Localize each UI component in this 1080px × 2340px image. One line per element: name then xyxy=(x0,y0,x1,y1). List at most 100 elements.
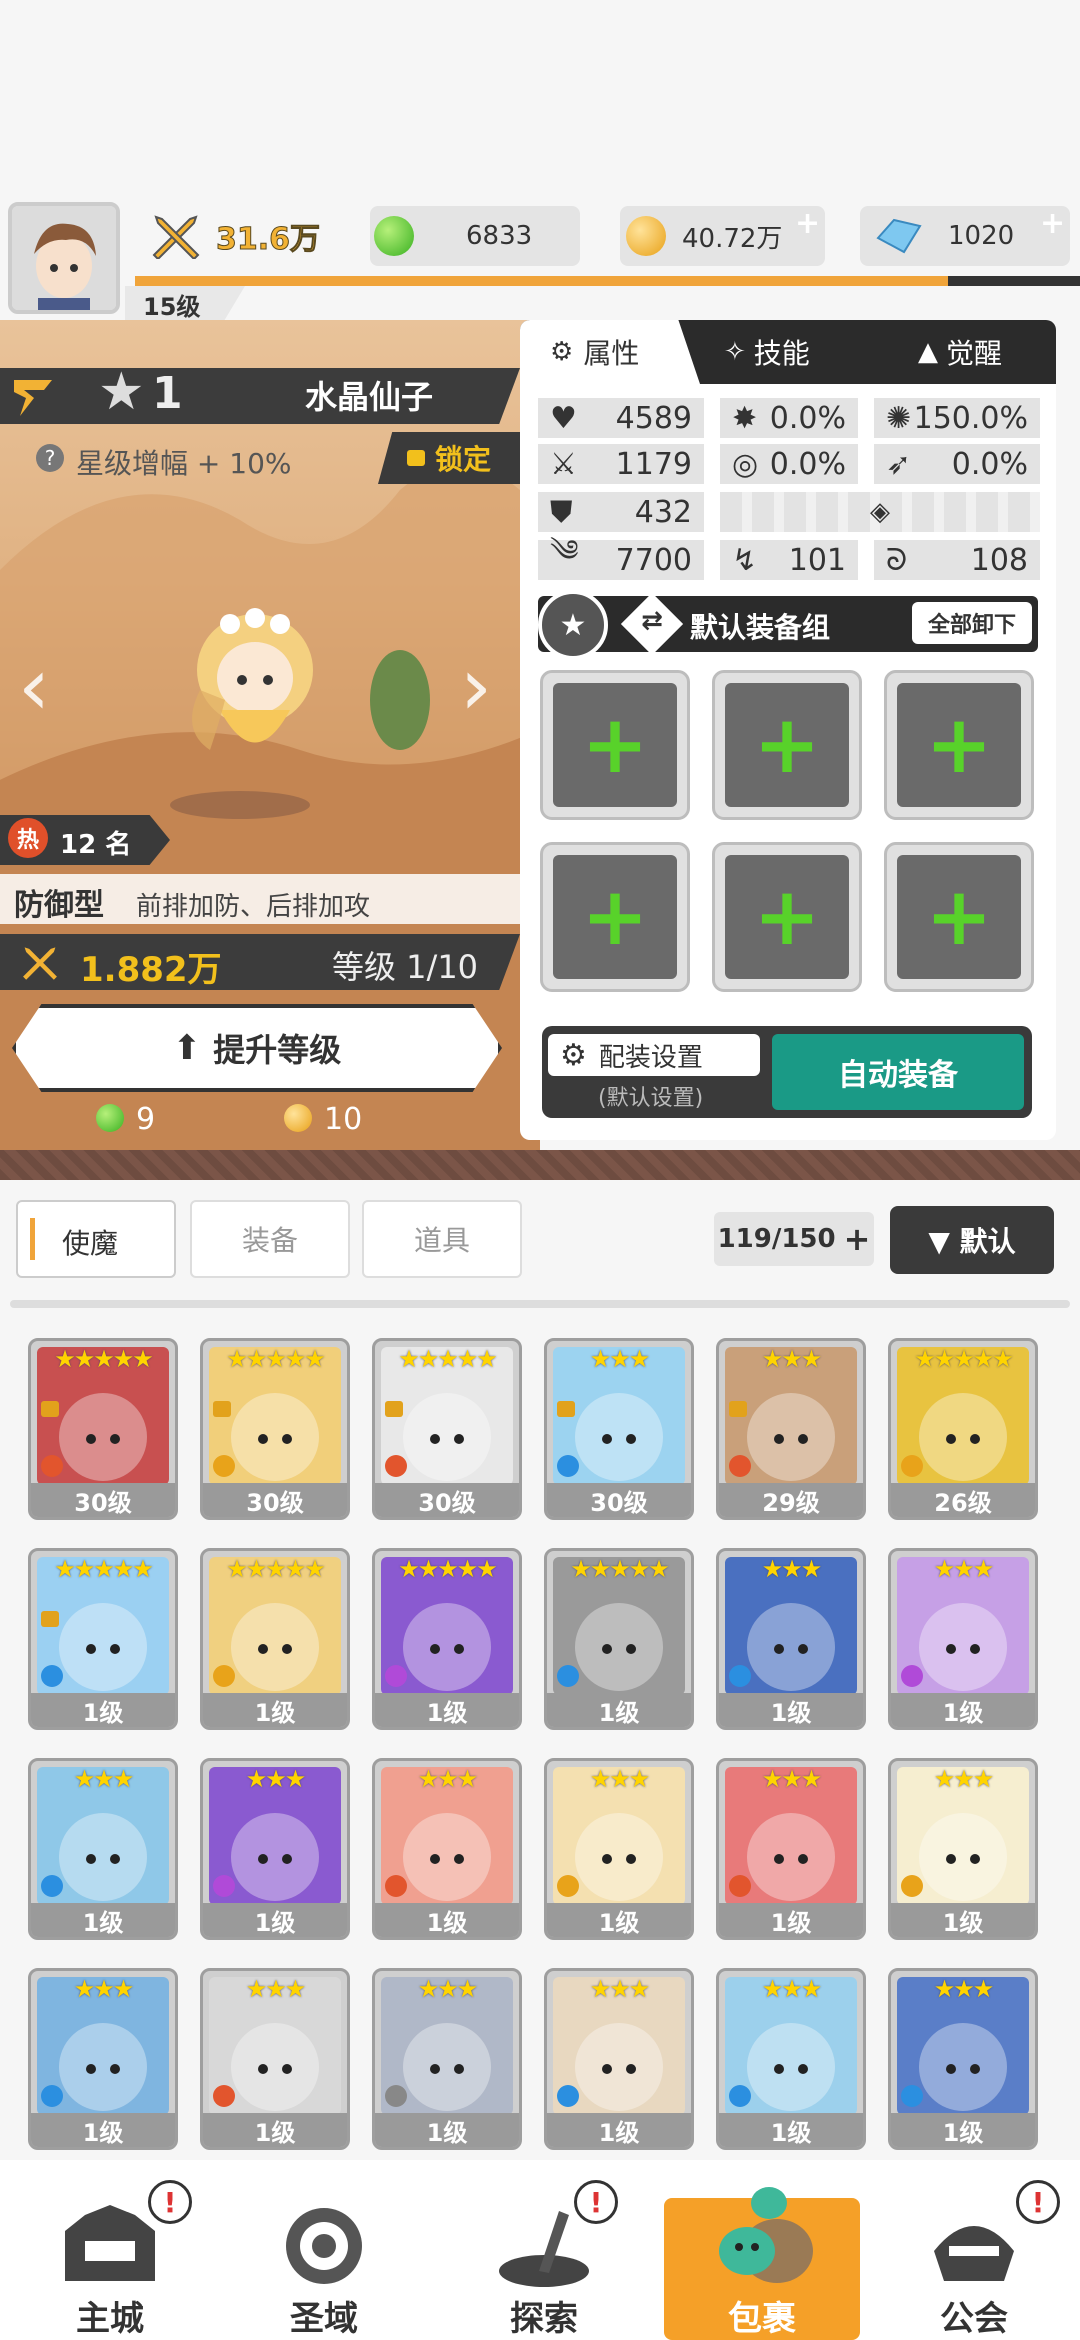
loadout-settings-button[interactable]: ⚙ 配装设置 xyxy=(548,1034,760,1076)
stat-attack: ⚔ 1179 xyxy=(538,444,704,484)
add-plus-icon: + xyxy=(581,698,649,791)
swap-arrows-icon: ⇄ xyxy=(641,606,663,636)
add-crystal-button[interactable]: + xyxy=(1040,206,1070,241)
equip-slot-belt[interactable]: + xyxy=(540,842,690,992)
nav-sanctuary[interactable]: 圣域 xyxy=(244,2170,404,2340)
tab-items[interactable]: 道具 xyxy=(362,1200,522,1278)
add-plus-icon: + xyxy=(753,870,821,963)
crystal-currency[interactable]: 1020 xyxy=(860,206,1070,266)
familiar-card[interactable]: ★★★ 1级 xyxy=(888,1758,1038,1940)
familiar-card[interactable]: ★★★ 1级 xyxy=(716,1968,866,2150)
help-icon[interactable]: ? xyxy=(36,444,64,472)
familiar-card[interactable]: ★★★ 1级 xyxy=(544,1758,694,1940)
green-currency[interactable]: 6833 xyxy=(370,206,580,266)
familiar-card[interactable]: ★★★★★ 1级 xyxy=(28,1548,178,1730)
familiar-card[interactable]: ★★★ 1级 xyxy=(200,1968,350,2150)
next-hero-arrow[interactable]: › xyxy=(460,640,492,733)
hero-power-value: 1.882万 xyxy=(80,950,222,990)
inventory-count[interactable]: 119/150 + xyxy=(714,1212,874,1266)
stat-crit-dmg: ✺ 150.0% xyxy=(874,398,1040,438)
rarity-stars: ★★★ xyxy=(933,1555,995,1583)
stat-hp: ♥ 4589 xyxy=(538,398,704,438)
equip-slot-weapon[interactable]: + xyxy=(540,670,690,820)
add-gold-button[interactable]: + xyxy=(795,206,825,241)
familiar-card[interactable]: ★★★ 1级 xyxy=(200,1758,350,1940)
crit-dmg-icon: ✺ xyxy=(886,400,912,436)
tab-familiars[interactable]: 使魔 xyxy=(16,1200,176,1278)
dodge-icon: ➶ xyxy=(886,446,912,482)
familiar-level: 26级 xyxy=(891,1483,1035,1517)
heart-icon: ♥ xyxy=(550,400,577,436)
stat-resist-value: 108 xyxy=(970,542,1028,578)
rarity-stars: ★★★ xyxy=(245,1765,307,1793)
green-gem-icon xyxy=(374,216,414,256)
stat-defense-value: 432 xyxy=(634,494,692,530)
hero-level: 等级 1/10 xyxy=(332,948,479,986)
lock-button[interactable]: 锁定 xyxy=(378,432,520,484)
familiar-card[interactable]: ★★★ 1级 xyxy=(888,1548,1038,1730)
familiar-level: 1级 xyxy=(203,1693,347,1727)
player-avatar[interactable] xyxy=(8,202,120,314)
familiar-card[interactable]: ★★★ 30级 xyxy=(544,1338,694,1520)
element-icon xyxy=(901,1875,923,1897)
sword-icon: ⚔ xyxy=(550,446,577,482)
element-icon xyxy=(729,1665,751,1687)
equip-slot-boots[interactable]: + xyxy=(884,842,1034,992)
tab-familiars-label: 使魔 xyxy=(62,1227,119,1260)
familiar-card[interactable]: ★★★ 1级 xyxy=(28,1968,178,2150)
prev-hero-arrow[interactable]: ‹ xyxy=(18,640,50,733)
element-icon xyxy=(557,1455,579,1477)
rarity-stars: ★★★ xyxy=(417,1975,479,2003)
padlock-icon xyxy=(557,1401,575,1417)
element-icon xyxy=(213,1875,235,1897)
familiar-card[interactable]: ★★★★★ 26级 xyxy=(888,1338,1038,1520)
nav-guild-label: 公会 xyxy=(940,2299,1008,2339)
unequip-all-button[interactable]: 全部卸下 xyxy=(912,602,1032,644)
add-plus-icon: + xyxy=(753,698,821,791)
equip-slot-helmet[interactable]: + xyxy=(712,670,862,820)
equip-slot-armor[interactable]: + xyxy=(884,670,1034,820)
familiar-card[interactable]: ★★★★★ 1级 xyxy=(544,1548,694,1730)
familiar-card[interactable]: ★★★ 1级 xyxy=(372,1758,522,1940)
familiar-level: 30级 xyxy=(31,1483,175,1517)
hot-flame-icon: 热 xyxy=(8,818,48,858)
inventory-scrollbar[interactable] xyxy=(10,1300,1070,1308)
power-value: 31.6万 xyxy=(215,222,321,258)
familiar-card[interactable]: ★★★★★ 1级 xyxy=(200,1548,350,1730)
tab-skills[interactable]: ✧ 技能 xyxy=(724,330,810,374)
stat-placeholder-row: ◈ xyxy=(720,492,1040,532)
equip-slot-necklace[interactable]: + xyxy=(712,842,862,992)
familiar-card[interactable]: ★★★★★ 30级 xyxy=(200,1338,350,1520)
tab-equipment[interactable]: 装备 xyxy=(190,1200,350,1278)
familiar-level: 1级 xyxy=(547,2113,691,2147)
element-icon xyxy=(385,1455,407,1477)
auto-equip-button[interactable]: 自动装备 xyxy=(772,1034,1024,1110)
familiar-card[interactable]: ★★★ 1级 xyxy=(716,1758,866,1940)
element-icon xyxy=(901,1665,923,1687)
element-icon xyxy=(41,2085,63,2107)
familiar-card[interactable]: ★★★★★ 30级 xyxy=(372,1338,522,1520)
rarity-stars: ★★★ xyxy=(73,1975,135,2003)
familiar-card[interactable]: ★★★ 1级 xyxy=(888,1968,1038,2150)
nav-bag[interactable]: 包裹 xyxy=(682,2170,842,2340)
stat-crit-value: 0.0% xyxy=(769,400,846,436)
familiar-card[interactable]: ★★★ 1级 xyxy=(544,1968,694,2150)
familiar-card[interactable]: ★★★ 1级 xyxy=(716,1548,866,1730)
scene-divider xyxy=(0,1150,1080,1180)
familiar-card[interactable]: ★★★ 1级 xyxy=(372,1968,522,2150)
tab-awaken[interactable]: ▲ 觉醒 xyxy=(918,330,1002,374)
stat-resist: ᘐ 108 xyxy=(874,540,1040,580)
stat-crit-dmg-value: 150.0% xyxy=(913,400,1028,436)
familiar-card[interactable]: ★★★ 1级 xyxy=(28,1758,178,1940)
rarity-stars: ★★★ xyxy=(933,1975,995,2003)
tab-attributes[interactable]: ⚙ 属性 xyxy=(520,320,700,384)
upgrade-level-button[interactable]: ⬆ 提升等级 xyxy=(12,1004,502,1092)
familiar-card[interactable]: ★★★ 29级 xyxy=(716,1338,866,1520)
sort-dropdown[interactable]: ▼ 默认 xyxy=(890,1206,1054,1274)
familiar-level: 30级 xyxy=(203,1483,347,1517)
familiar-card[interactable]: ★★★★★ 1级 xyxy=(372,1548,522,1730)
element-icon xyxy=(213,1665,235,1687)
familiar-card[interactable]: ★★★★★ 30级 xyxy=(28,1338,178,1520)
skills-icon: ✧ xyxy=(724,337,746,367)
hero-name-bar xyxy=(0,368,520,424)
